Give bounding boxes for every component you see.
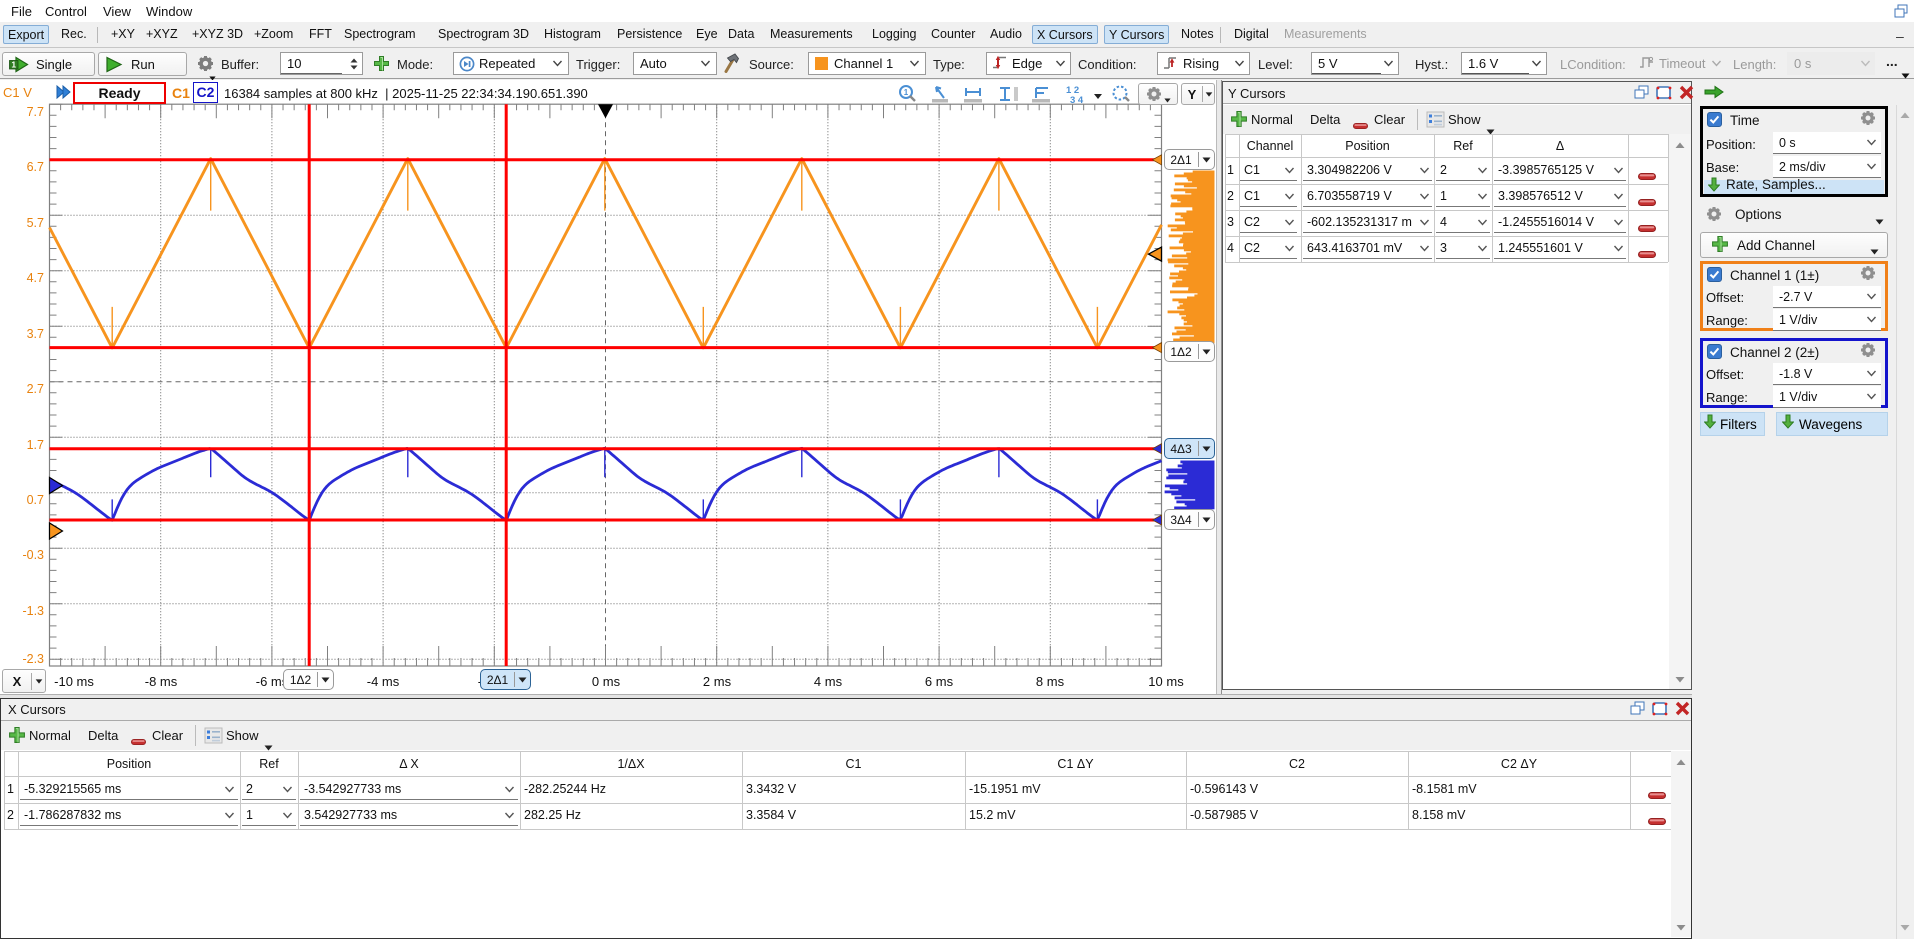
- svg-text:1: 1: [11, 59, 16, 69]
- svg-text:3 4: 3 4: [1070, 95, 1084, 104]
- svg-text:1: 1: [904, 88, 909, 97]
